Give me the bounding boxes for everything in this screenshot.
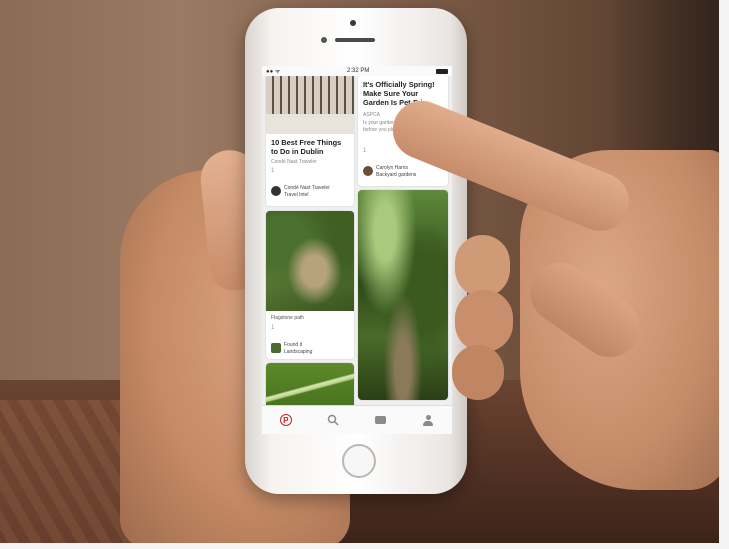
status-time: 2:32 PM	[347, 68, 370, 74]
repin-count: 1	[363, 148, 367, 154]
left-finger	[455, 235, 510, 297]
pin-image[interactable]	[266, 211, 354, 311]
board-name: Backyard gardens	[376, 172, 417, 178]
image-border	[719, 0, 729, 549]
pin-title: 10 Best Free Things to Do in Dublin	[271, 138, 342, 156]
earpiece-speaker	[335, 38, 375, 42]
messages-tab[interactable]	[371, 410, 391, 430]
repin-count: 1	[271, 325, 275, 331]
search-icon	[328, 414, 339, 426]
home-tab[interactable]: P	[276, 410, 296, 430]
home-button[interactable]	[342, 444, 376, 478]
signal-indicator: ●● ᯤ	[266, 69, 281, 75]
profile-tab[interactable]	[418, 410, 438, 430]
front-camera	[321, 37, 327, 43]
image-border	[0, 543, 729, 549]
pin-image[interactable]	[266, 76, 354, 134]
pin-card[interactable]: 10 Best Free Things to Do in Dublin Cond…	[266, 76, 354, 206]
battery-icon	[435, 68, 448, 74]
pin-card[interactable]: Flagstone path 1 Found it Landscaping	[266, 211, 354, 359]
pin-image[interactable]	[266, 363, 354, 406]
pin-card[interactable]	[266, 363, 354, 406]
status-bar: ●● ᯤ 2:32 PM	[262, 66, 452, 76]
pin-caption: Flagstone path	[271, 315, 305, 321]
pin-source: Condé Nast Traveler	[271, 159, 317, 165]
pinner-name: Carolyn Harris	[376, 165, 408, 171]
tab-bar: P	[262, 405, 452, 434]
pinner-name: Found it	[284, 342, 303, 348]
avatar[interactable]	[271, 343, 281, 353]
pinner-name: Condé Nast Traveler	[284, 185, 330, 191]
photo-scene: ●● ᯤ 2:32 PM 10 Best Free Things to Do i…	[0, 0, 729, 549]
profile-icon	[423, 414, 434, 426]
avatar[interactable]	[363, 166, 373, 176]
proximity-sensor	[350, 20, 356, 26]
board-name: Landscaping	[284, 349, 313, 355]
left-finger	[452, 345, 504, 400]
pin-image[interactable]	[358, 190, 448, 400]
pin-card[interactable]	[358, 190, 448, 400]
search-tab[interactable]	[323, 410, 343, 430]
left-finger	[455, 290, 513, 352]
avatar[interactable]	[271, 186, 281, 196]
board-name: Travel Intel	[284, 192, 309, 198]
messages-icon	[375, 416, 387, 424]
pinterest-logo-icon: P	[279, 414, 292, 426]
repin-count: 1	[271, 168, 275, 174]
